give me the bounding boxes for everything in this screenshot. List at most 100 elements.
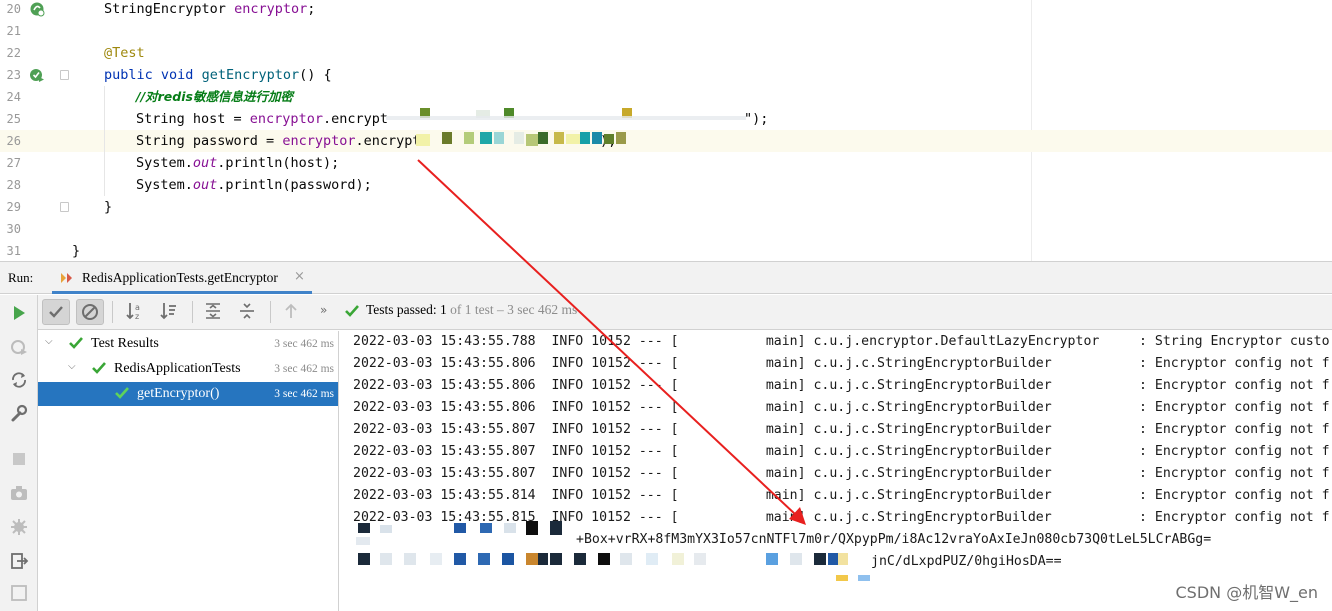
code-text: StringEncryptor encryptor; [104, 1, 316, 17]
toolbar-separator [270, 301, 271, 323]
test-passed-icon [345, 305, 359, 317]
rerun-icon[interactable] [9, 303, 29, 323]
run-side-toolbar [0, 295, 38, 611]
code-text: System.out.println(password); [136, 177, 372, 193]
code-editor[interactable]: 20 StringEncryptor encryptor; 21 22 @Tes… [0, 0, 1332, 261]
sort-by-duration-button[interactable] [156, 299, 184, 325]
tree-item-duration: 3 sec 462 ms [274, 338, 334, 350]
line-number: 27 [6, 156, 21, 170]
previous-failed-button[interactable] [278, 299, 306, 325]
settings-icon[interactable] [9, 517, 29, 537]
tree-row-test-method[interactable]: getEncryptor() 3 sec 462 ms [38, 382, 338, 406]
log-line: 2022-03-03 15:43:55.806 INFO 10152 --- [… [353, 356, 1330, 371]
fold-icon[interactable] [60, 70, 69, 80]
bean-autowired-icon[interactable] [29, 1, 45, 17]
log-line: 2022-03-03 15:43:55.788 INFO 10152 --- [… [353, 334, 1330, 349]
expand-all-button[interactable] [200, 299, 228, 325]
code-line[interactable]: 27 System.out.println(host); [0, 152, 1332, 174]
log-line: 2022-03-03 15:43:55.814 INFO 10152 --- [… [353, 488, 1330, 503]
encrypted-host-output: +Box+vrRX+8fM3mYX3Io57cnNTFl7m0r/QXpypPm… [576, 532, 1212, 547]
test-passed-icon [92, 362, 106, 374]
toolbar-overflow-button[interactable]: » [320, 303, 327, 317]
watermark: CSDN @机智W_en [1175, 583, 1318, 602]
code-line[interactable]: 20 StringEncryptor encryptor; [0, 0, 1332, 20]
code-line[interactable]: 21 [0, 20, 1332, 42]
toggle-auto-test-icon[interactable] [9, 370, 29, 390]
exit-icon[interactable] [9, 551, 29, 571]
arrow-up-icon [285, 303, 297, 318]
tests-status-text: Tests passed: 1 of 1 test – 3 sec 462 ms [366, 302, 578, 317]
run-tab[interactable]: RedisApplicationTests.getEncryptor × [52, 262, 312, 294]
expand-all-icon [206, 303, 220, 319]
code-line[interactable]: 24 //对redis敏感信息进行加密 [0, 86, 1332, 108]
run-tool-window-header: Run: RedisApplicationTests.getEncryptor … [0, 261, 1332, 294]
wrench-icon[interactable] [9, 403, 29, 423]
encrypted-password-output: jnC/dLxpdPUZ/0hgiHosDA== [871, 554, 1062, 569]
code-text: String host = encryptor.encrypt [136, 111, 388, 127]
test-results-tree[interactable]: ⌵ Test Results 3 sec 462 ms ⌵ RedisAppli… [38, 331, 339, 611]
code-line[interactable]: 22 @Test [0, 42, 1332, 64]
code-text: } [104, 199, 113, 215]
show-passed-button[interactable] [42, 299, 70, 325]
tree-item-label: getEncryptor() [137, 386, 220, 401]
toolbar-separator [192, 301, 193, 323]
line-number: 21 [6, 24, 21, 38]
line-number: 29 [6, 200, 21, 214]
indent-guide [104, 86, 105, 196]
line-number: 30 [6, 222, 21, 236]
fold-icon[interactable] [60, 202, 69, 212]
line-number: 25 [6, 112, 21, 126]
tree-row-test-results[interactable]: ⌵ Test Results 3 sec 462 ms [38, 332, 338, 356]
code-text-tail: "); [744, 111, 769, 127]
line-number: 20 [6, 2, 21, 16]
svg-text:z: z [135, 312, 139, 321]
line-number: 24 [6, 90, 21, 104]
redacted-secret-mosaic [386, 108, 746, 146]
line-number: 26 [6, 134, 21, 148]
code-text: System.out.println(host); [136, 155, 340, 171]
stop-icon[interactable] [9, 449, 29, 469]
code-line[interactable]: 28 System.out.println(password); [0, 174, 1332, 196]
pin-icon[interactable] [9, 583, 29, 603]
toolbar-separator [112, 301, 113, 323]
collapse-all-button[interactable] [234, 299, 262, 325]
show-ignored-button[interactable] [76, 299, 104, 325]
test-passed-icon [69, 337, 83, 349]
sort-alpha-icon: a z [126, 303, 140, 321]
tree-item-duration: 3 sec 462 ms [274, 388, 334, 400]
test-passed-icon [115, 387, 129, 399]
console-output[interactable]: 2022-03-03 15:43:55.788 INFO 10152 --- [… [340, 331, 1332, 611]
chevron-down-icon[interactable]: ⌵ [45, 336, 53, 347]
log-line: 2022-03-03 15:43:55.807 INFO 10152 --- [… [353, 422, 1330, 437]
test-class-icon [61, 273, 72, 283]
code-text: public void getEncryptor() { [104, 67, 332, 83]
svg-text:a: a [135, 303, 140, 312]
code-line[interactable]: 30 [0, 218, 1332, 240]
log-line: 2022-03-03 15:43:55.807 INFO 10152 --- [… [353, 444, 1330, 459]
run-label: Run: [8, 270, 34, 285]
log-line: 2022-03-03 15:43:55.806 INFO 10152 --- [… [353, 378, 1330, 393]
log-line: 2022-03-03 15:43:55.807 INFO 10152 --- [… [353, 466, 1330, 481]
camera-icon[interactable] [9, 483, 29, 503]
tree-item-duration: 3 sec 462 ms [274, 363, 334, 375]
sort-duration-icon [160, 303, 176, 320]
close-icon[interactable]: × [294, 269, 305, 284]
code-text: String password = encryptor.encrypt [136, 133, 421, 149]
rerun-failed-icon[interactable] [9, 337, 29, 357]
run-tab-title: RedisApplicationTests.getEncryptor [82, 270, 278, 285]
code-line[interactable]: 29 } [0, 196, 1332, 218]
code-text: } [72, 243, 81, 259]
chevron-down-icon[interactable]: ⌵ [68, 361, 76, 372]
code-line[interactable]: 23 public void getEncryptor() { [0, 64, 1332, 86]
line-number: 23 [6, 68, 21, 82]
line-number: 28 [6, 178, 21, 192]
run-test-icon[interactable] [29, 67, 45, 83]
test-runner-toolbar: a z » Tests passed: 1 of 1 test – 3 sec … [38, 295, 1332, 330]
tree-item-label: Test Results [91, 336, 159, 351]
tree-row-test-class[interactable]: ⌵ RedisApplicationTests 3 sec 462 ms [38, 357, 338, 381]
code-line[interactable]: 31 } [0, 240, 1332, 261]
line-number: 22 [6, 46, 21, 60]
sort-alphabetically-button[interactable]: a z [122, 299, 150, 325]
line-number: 31 [6, 244, 21, 258]
checkmark-icon [49, 306, 63, 318]
